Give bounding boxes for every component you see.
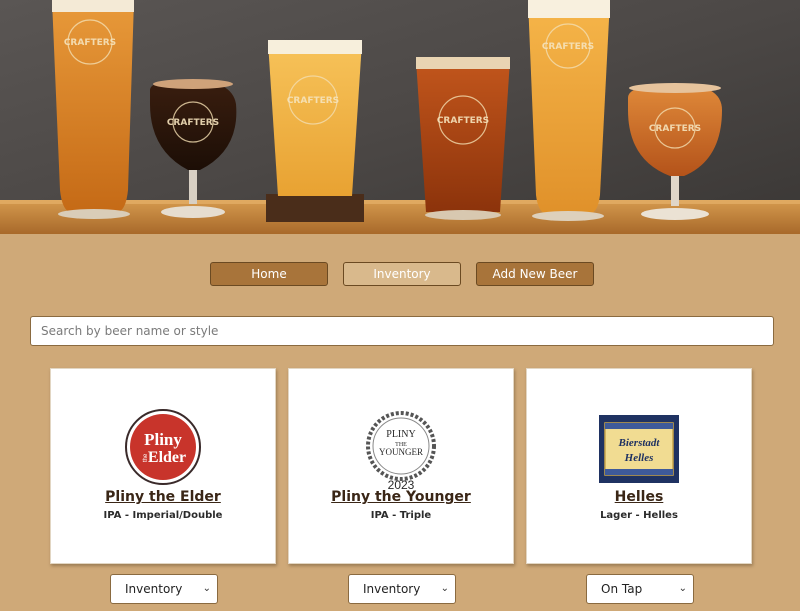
pliny-the-younger-logo: PLINY THE YOUNGER 2023: [364, 409, 438, 495]
status-select[interactable]: Inventory ⌄: [110, 574, 218, 604]
add-new-beer-button[interactable]: Add New Beer: [476, 262, 594, 286]
chevron-down-icon: ⌄: [678, 583, 687, 594]
beer-style: IPA - Imperial/Double: [103, 510, 223, 521]
svg-text:CRAFTERS: CRAFTERS: [437, 116, 489, 126]
svg-text:PLINY: PLINY: [386, 429, 415, 440]
main-nav: Home Inventory Add New Beer: [0, 262, 800, 286]
bierstadt-helles-logo: Bierstadt Helles: [599, 415, 679, 487]
hero-image: CRAFTERS CRAFTERS CRAFTERS CRAFTERS CRAF…: [0, 0, 800, 234]
beer-name-link[interactable]: Pliny the Elder: [51, 489, 275, 505]
status-select-value: Inventory: [125, 582, 183, 596]
svg-text:CRAFTERS: CRAFTERS: [287, 96, 339, 106]
home-button[interactable]: Home: [210, 262, 328, 286]
status-select[interactable]: Inventory ⌄: [348, 574, 456, 604]
beer-card[interactable]: Bierstadt Helles Helles Lager - Helles: [526, 368, 752, 564]
beer-card[interactable]: Pliny the Elder Pliny the Elder IPA - Im…: [50, 368, 276, 564]
svg-text:Helles: Helles: [624, 452, 654, 464]
svg-text:YOUNGER: YOUNGER: [379, 447, 423, 457]
beer-name-link[interactable]: Pliny the Younger: [289, 489, 513, 505]
chevron-down-icon: ⌄: [440, 583, 449, 594]
svg-text:Bierstadt: Bierstadt: [618, 437, 661, 449]
svg-text:CRAFTERS: CRAFTERS: [649, 124, 701, 134]
beer-name-link[interactable]: Helles: [527, 489, 751, 505]
svg-text:Pliny: Pliny: [144, 430, 182, 449]
beer-style: IPA - Triple: [370, 510, 432, 521]
svg-text:Elder: Elder: [148, 449, 186, 466]
search-input[interactable]: [30, 316, 774, 346]
beer-style: Lager - Helles: [600, 510, 678, 521]
status-select-value: Inventory: [363, 582, 421, 596]
beer-card[interactable]: PLINY THE YOUNGER 2023 Pliny the Younger…: [288, 368, 514, 564]
svg-text:CRAFTERS: CRAFTERS: [542, 42, 594, 52]
svg-text:CRAFTERS: CRAFTERS: [167, 118, 219, 128]
chevron-down-icon: ⌄: [202, 583, 211, 594]
pliny-the-elder-logo: Pliny the Elder: [125, 409, 201, 489]
beer-glasses-photo: CRAFTERS CRAFTERS CRAFTERS CRAFTERS CRAF…: [0, 0, 800, 234]
inventory-button[interactable]: Inventory: [343, 262, 461, 286]
status-select-value: On Tap: [601, 582, 643, 596]
svg-text:CRAFTERS: CRAFTERS: [64, 38, 116, 48]
status-select[interactable]: On Tap ⌄: [586, 574, 694, 604]
